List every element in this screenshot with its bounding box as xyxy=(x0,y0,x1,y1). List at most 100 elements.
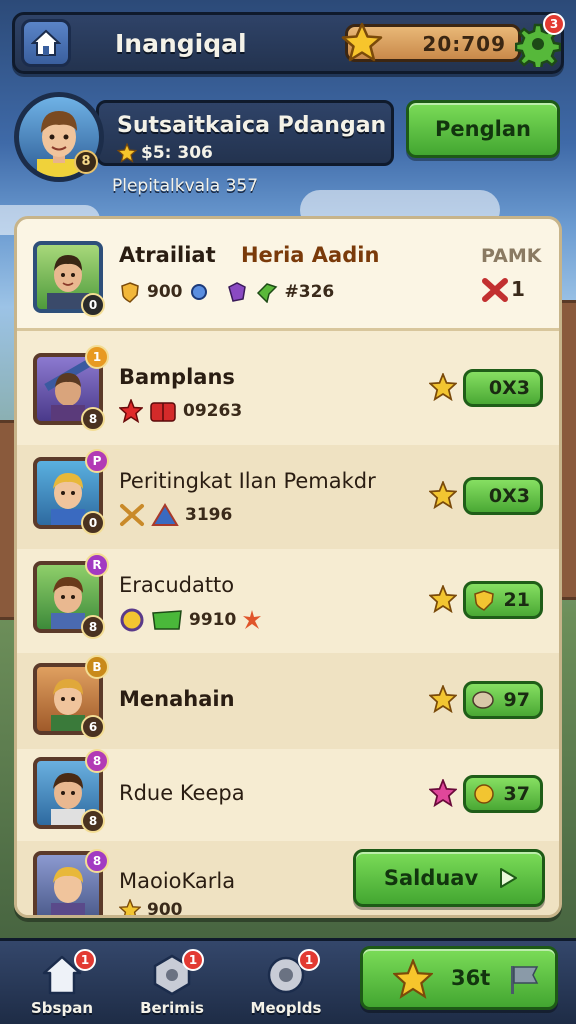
ticket-icon xyxy=(152,610,182,630)
rank-marker-icon xyxy=(482,278,508,302)
claim-button-label: Salduav xyxy=(383,866,479,890)
rank-pill: 0X3 xyxy=(463,477,543,515)
nav-item-shop[interactable]: 1 Sbspan xyxy=(22,949,102,1023)
header-points: #326 xyxy=(284,282,335,302)
star-icon xyxy=(117,143,137,163)
player-stats: 3196 xyxy=(119,503,232,527)
leaderboard-row[interactable]: P 0 Peritingkat Ilan Pemakdr 3196 0X3 xyxy=(17,445,559,549)
rank-value: 0X3 xyxy=(488,377,530,399)
currency-counter: 20:709 xyxy=(341,22,521,62)
shield-icon xyxy=(121,282,139,303)
level-badge-top: 8 xyxy=(85,749,109,773)
nav-item-people[interactable]: 1 Meoplds xyxy=(246,949,326,1023)
leaderboard-row[interactable]: B 6 Menahain 97 xyxy=(17,653,559,749)
player-stats: 9910 xyxy=(119,607,262,633)
header-player-name: Atrailiat Heria Aadin xyxy=(119,243,379,267)
player-score: 09263 xyxy=(183,401,243,421)
level-badge-top: 1 xyxy=(85,345,109,369)
level-badge-top: B xyxy=(85,655,109,679)
player-name: Menahain xyxy=(119,687,235,711)
player-name: Peritingkat Ilan Pemakdr xyxy=(119,469,376,493)
player-name: Eracudatto xyxy=(119,573,235,597)
flag-icon xyxy=(511,966,539,994)
level-badge-top: P xyxy=(85,449,109,473)
level-badge: 8 xyxy=(81,407,105,431)
nav-label: Meoplds xyxy=(250,999,322,1017)
rank-value: 0X3 xyxy=(488,485,530,507)
rank-pill: 21 xyxy=(463,581,543,619)
level-badge-top: R xyxy=(85,553,109,577)
level-badge: 0 xyxy=(81,293,105,317)
claim-button[interactable]: Salduav xyxy=(353,849,545,907)
profile-name: Sutsaitkaica Pdangan xyxy=(117,113,387,138)
star-icon xyxy=(393,959,433,999)
star-icon xyxy=(429,585,457,613)
rank-pill: 37 xyxy=(463,775,543,813)
header-score: 900 xyxy=(147,282,183,302)
featured-button-label: 36t xyxy=(451,966,491,990)
settings-button[interactable]: 3 xyxy=(514,13,565,71)
currency-value: 20:709 xyxy=(422,32,506,56)
header-stats: 900 #326 xyxy=(119,281,334,303)
rank-value: 1 xyxy=(511,277,525,301)
star-icon xyxy=(429,779,457,807)
profile-plate: Sutsaitkaica Pdangan $5: 306 xyxy=(96,100,394,166)
profile-action-button[interactable]: Penglan xyxy=(406,100,560,158)
player-score: 9910 xyxy=(189,610,237,630)
top-bar: Inangiqal 20:709 3 xyxy=(12,12,565,74)
shield-icon xyxy=(474,590,494,611)
leaf-icon xyxy=(256,283,277,303)
profile-subtitle: Plepitalkvala 357 xyxy=(112,176,259,196)
star-icon xyxy=(429,373,457,401)
level-badge-top: 8 xyxy=(85,849,109,873)
profile-level-badge: 8 xyxy=(74,150,98,174)
chest-icon xyxy=(150,402,176,422)
nav-label: Berimis xyxy=(140,999,204,1017)
rank-pill: 0X3 xyxy=(463,369,543,407)
level-badge: 6 xyxy=(81,715,105,739)
level-badge: 0 xyxy=(81,511,105,535)
rank-value: 97 xyxy=(503,689,530,711)
notification-badge: 1 xyxy=(298,949,320,971)
leaderboard-row[interactable]: R 8 Eracudatto 9910 21 xyxy=(17,549,559,653)
header-name-text: Atrailiat xyxy=(119,243,216,267)
rank-value: 21 xyxy=(503,589,530,611)
player-score: 900 xyxy=(147,900,183,918)
notification-badge: 3 xyxy=(543,13,565,35)
play-arrow-icon xyxy=(500,868,517,888)
notification-badge: 1 xyxy=(182,949,204,971)
leaderboard-row[interactable]: 1 8 Bamplans 09263 0X3 xyxy=(17,341,559,445)
nav-label: Sbspan xyxy=(30,999,93,1017)
leaderboard-row[interactable]: 8 MaoioKarla 900 Salduav xyxy=(17,841,559,918)
profile-score: $5: 306 xyxy=(117,143,213,163)
fist-icon xyxy=(472,691,494,709)
coin-icon xyxy=(474,784,494,804)
player-name: Rdue Keepa xyxy=(119,781,245,805)
crossed-swords-icon xyxy=(120,504,144,526)
leaderboard-row[interactable]: 8 8 Rdue Keepa 37 xyxy=(17,749,559,841)
medal-icon xyxy=(120,608,144,632)
burst-icon xyxy=(243,610,262,629)
leaderboard-header-row[interactable]: 0 Atrailiat Heria Aadin 900 #326 PAMK 1 xyxy=(17,219,559,331)
star-icon xyxy=(341,22,383,62)
home-icon xyxy=(31,29,61,56)
rank-value: 37 xyxy=(503,783,530,805)
nav-item-items[interactable]: 1 Berimis xyxy=(132,949,212,1023)
featured-button[interactable]: 36t xyxy=(360,946,558,1010)
star-icon xyxy=(429,481,457,509)
player-stats: 09263 xyxy=(119,399,242,423)
player-name: MaoioKarla xyxy=(119,869,236,893)
header-highlight-text: Heria Aadin xyxy=(240,243,380,267)
rank-column-label: PAMK xyxy=(481,245,542,267)
level-badge: 8 xyxy=(81,615,105,639)
fan-icon xyxy=(151,503,179,526)
profile-score-value: $5: 306 xyxy=(141,143,213,163)
star-icon xyxy=(119,399,143,423)
home-button[interactable] xyxy=(21,19,71,67)
player-name: Bamplans xyxy=(119,365,235,389)
rank-pill: 97 xyxy=(463,681,543,719)
crystal-icon xyxy=(227,282,246,302)
star-icon xyxy=(429,685,457,713)
app-title: Inangiqal xyxy=(115,29,247,58)
leaderboard-panel: 0 Atrailiat Heria Aadin 900 #326 PAMK 1 … xyxy=(14,216,562,918)
